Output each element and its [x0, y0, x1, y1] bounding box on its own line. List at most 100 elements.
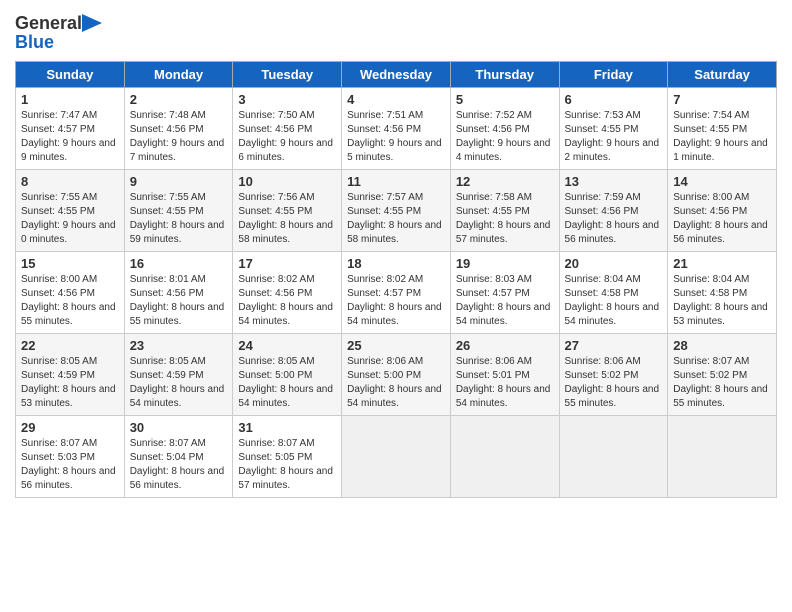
calendar-day-cell: 12 Sunrise: 7:58 AM Sunset: 4:55 PM Dayl… [450, 170, 559, 252]
day-info: Sunrise: 7:59 AM Sunset: 4:56 PM Dayligh… [565, 191, 663, 247]
calendar-day-cell [668, 416, 777, 498]
day-number: 5 [456, 92, 554, 107]
day-info: Sunrise: 8:04 AM Sunset: 4:58 PM Dayligh… [565, 273, 663, 329]
day-info: Sunrise: 7:55 AM Sunset: 4:55 PM Dayligh… [130, 191, 228, 247]
column-header-monday: Monday [124, 62, 233, 88]
header: General Blue [15, 10, 777, 53]
day-info: Sunrise: 8:00 AM Sunset: 4:56 PM Dayligh… [21, 273, 119, 329]
day-number: 24 [238, 338, 336, 353]
day-info: Sunrise: 7:52 AM Sunset: 4:56 PM Dayligh… [456, 109, 554, 165]
day-number: 3 [238, 92, 336, 107]
calendar-day-cell: 31 Sunrise: 8:07 AM Sunset: 5:05 PM Dayl… [233, 416, 342, 498]
calendar-day-cell: 14 Sunrise: 8:00 AM Sunset: 4:56 PM Dayl… [668, 170, 777, 252]
day-info: Sunrise: 8:01 AM Sunset: 4:56 PM Dayligh… [130, 273, 228, 329]
calendar-day-cell: 29 Sunrise: 8:07 AM Sunset: 5:03 PM Dayl… [16, 416, 125, 498]
day-number: 17 [238, 256, 336, 271]
column-header-friday: Friday [559, 62, 668, 88]
day-info: Sunrise: 8:05 AM Sunset: 4:59 PM Dayligh… [130, 355, 228, 411]
calendar-table: SundayMondayTuesdayWednesdayThursdayFrid… [15, 61, 777, 498]
day-info: Sunrise: 8:06 AM Sunset: 5:01 PM Dayligh… [456, 355, 554, 411]
day-info: Sunrise: 7:57 AM Sunset: 4:55 PM Dayligh… [347, 191, 445, 247]
day-number: 25 [347, 338, 445, 353]
day-number: 22 [21, 338, 119, 353]
day-info: Sunrise: 8:07 AM Sunset: 5:05 PM Dayligh… [238, 437, 336, 493]
calendar-day-cell: 30 Sunrise: 8:07 AM Sunset: 5:04 PM Dayl… [124, 416, 233, 498]
day-number: 7 [673, 92, 771, 107]
day-info: Sunrise: 8:07 AM Sunset: 5:04 PM Dayligh… [130, 437, 228, 493]
day-number: 9 [130, 174, 228, 189]
day-info: Sunrise: 7:58 AM Sunset: 4:55 PM Dayligh… [456, 191, 554, 247]
calendar-week-row: 15 Sunrise: 8:00 AM Sunset: 4:56 PM Dayl… [16, 252, 777, 334]
calendar-day-cell: 10 Sunrise: 7:56 AM Sunset: 4:55 PM Dayl… [233, 170, 342, 252]
day-number: 29 [21, 420, 119, 435]
calendar-day-cell: 3 Sunrise: 7:50 AM Sunset: 4:56 PM Dayli… [233, 88, 342, 170]
calendar-day-cell: 11 Sunrise: 7:57 AM Sunset: 4:55 PM Dayl… [342, 170, 451, 252]
calendar-week-row: 29 Sunrise: 8:07 AM Sunset: 5:03 PM Dayl… [16, 416, 777, 498]
calendar-week-row: 22 Sunrise: 8:05 AM Sunset: 4:59 PM Dayl… [16, 334, 777, 416]
calendar-day-cell: 25 Sunrise: 8:06 AM Sunset: 5:00 PM Dayl… [342, 334, 451, 416]
calendar-day-cell: 27 Sunrise: 8:06 AM Sunset: 5:02 PM Dayl… [559, 334, 668, 416]
day-number: 27 [565, 338, 663, 353]
day-info: Sunrise: 8:04 AM Sunset: 4:58 PM Dayligh… [673, 273, 771, 329]
day-number: 12 [456, 174, 554, 189]
day-number: 18 [347, 256, 445, 271]
calendar-day-cell: 2 Sunrise: 7:48 AM Sunset: 4:56 PM Dayli… [124, 88, 233, 170]
day-info: Sunrise: 8:06 AM Sunset: 5:02 PM Dayligh… [565, 355, 663, 411]
day-number: 28 [673, 338, 771, 353]
calendar-day-cell: 28 Sunrise: 8:07 AM Sunset: 5:02 PM Dayl… [668, 334, 777, 416]
calendar-week-row: 1 Sunrise: 7:47 AM Sunset: 4:57 PM Dayli… [16, 88, 777, 170]
day-number: 6 [565, 92, 663, 107]
day-info: Sunrise: 7:54 AM Sunset: 4:55 PM Dayligh… [673, 109, 771, 165]
day-number: 19 [456, 256, 554, 271]
day-info: Sunrise: 7:48 AM Sunset: 4:56 PM Dayligh… [130, 109, 228, 165]
day-number: 8 [21, 174, 119, 189]
calendar-day-cell: 23 Sunrise: 8:05 AM Sunset: 4:59 PM Dayl… [124, 334, 233, 416]
day-number: 20 [565, 256, 663, 271]
calendar-day-cell: 21 Sunrise: 8:04 AM Sunset: 4:58 PM Dayl… [668, 252, 777, 334]
calendar-day-cell: 15 Sunrise: 8:00 AM Sunset: 4:56 PM Dayl… [16, 252, 125, 334]
day-number: 21 [673, 256, 771, 271]
day-number: 23 [130, 338, 228, 353]
day-number: 13 [565, 174, 663, 189]
calendar-day-cell: 9 Sunrise: 7:55 AM Sunset: 4:55 PM Dayli… [124, 170, 233, 252]
day-info: Sunrise: 8:07 AM Sunset: 5:02 PM Dayligh… [673, 355, 771, 411]
day-info: Sunrise: 8:05 AM Sunset: 5:00 PM Dayligh… [238, 355, 336, 411]
calendar-day-cell: 17 Sunrise: 8:02 AM Sunset: 4:56 PM Dayl… [233, 252, 342, 334]
logo-text-general: General [15, 14, 82, 32]
calendar-day-cell: 22 Sunrise: 8:05 AM Sunset: 4:59 PM Dayl… [16, 334, 125, 416]
column-header-sunday: Sunday [16, 62, 125, 88]
day-info: Sunrise: 7:50 AM Sunset: 4:56 PM Dayligh… [238, 109, 336, 165]
day-info: Sunrise: 8:05 AM Sunset: 4:59 PM Dayligh… [21, 355, 119, 411]
column-header-thursday: Thursday [450, 62, 559, 88]
day-number: 10 [238, 174, 336, 189]
calendar-day-cell [342, 416, 451, 498]
day-info: Sunrise: 7:56 AM Sunset: 4:55 PM Dayligh… [238, 191, 336, 247]
day-info: Sunrise: 8:02 AM Sunset: 4:57 PM Dayligh… [347, 273, 445, 329]
day-info: Sunrise: 8:03 AM Sunset: 4:57 PM Dayligh… [456, 273, 554, 329]
day-number: 14 [673, 174, 771, 189]
calendar-day-cell: 19 Sunrise: 8:03 AM Sunset: 4:57 PM Dayl… [450, 252, 559, 334]
day-number: 16 [130, 256, 228, 271]
day-info: Sunrise: 8:07 AM Sunset: 5:03 PM Dayligh… [21, 437, 119, 493]
calendar-day-cell: 7 Sunrise: 7:54 AM Sunset: 4:55 PM Dayli… [668, 88, 777, 170]
calendar-day-cell: 1 Sunrise: 7:47 AM Sunset: 4:57 PM Dayli… [16, 88, 125, 170]
column-header-saturday: Saturday [668, 62, 777, 88]
calendar-day-cell: 24 Sunrise: 8:05 AM Sunset: 5:00 PM Dayl… [233, 334, 342, 416]
day-number: 15 [21, 256, 119, 271]
logo-text-blue: Blue [15, 32, 102, 53]
logo: General Blue [15, 14, 102, 53]
calendar-week-row: 8 Sunrise: 7:55 AM Sunset: 4:55 PM Dayli… [16, 170, 777, 252]
calendar-day-cell: 5 Sunrise: 7:52 AM Sunset: 4:56 PM Dayli… [450, 88, 559, 170]
day-number: 2 [130, 92, 228, 107]
page-container: General Blue SundayMondayTuesdayWednesda… [0, 0, 792, 508]
calendar-day-cell [450, 416, 559, 498]
logo-arrow-icon [82, 14, 102, 32]
calendar-day-cell: 18 Sunrise: 8:02 AM Sunset: 4:57 PM Dayl… [342, 252, 451, 334]
day-info: Sunrise: 7:51 AM Sunset: 4:56 PM Dayligh… [347, 109, 445, 165]
calendar-day-cell: 13 Sunrise: 7:59 AM Sunset: 4:56 PM Dayl… [559, 170, 668, 252]
column-header-tuesday: Tuesday [233, 62, 342, 88]
day-info: Sunrise: 7:53 AM Sunset: 4:55 PM Dayligh… [565, 109, 663, 165]
day-number: 11 [347, 174, 445, 189]
calendar-day-cell: 20 Sunrise: 8:04 AM Sunset: 4:58 PM Dayl… [559, 252, 668, 334]
calendar-day-cell: 16 Sunrise: 8:01 AM Sunset: 4:56 PM Dayl… [124, 252, 233, 334]
